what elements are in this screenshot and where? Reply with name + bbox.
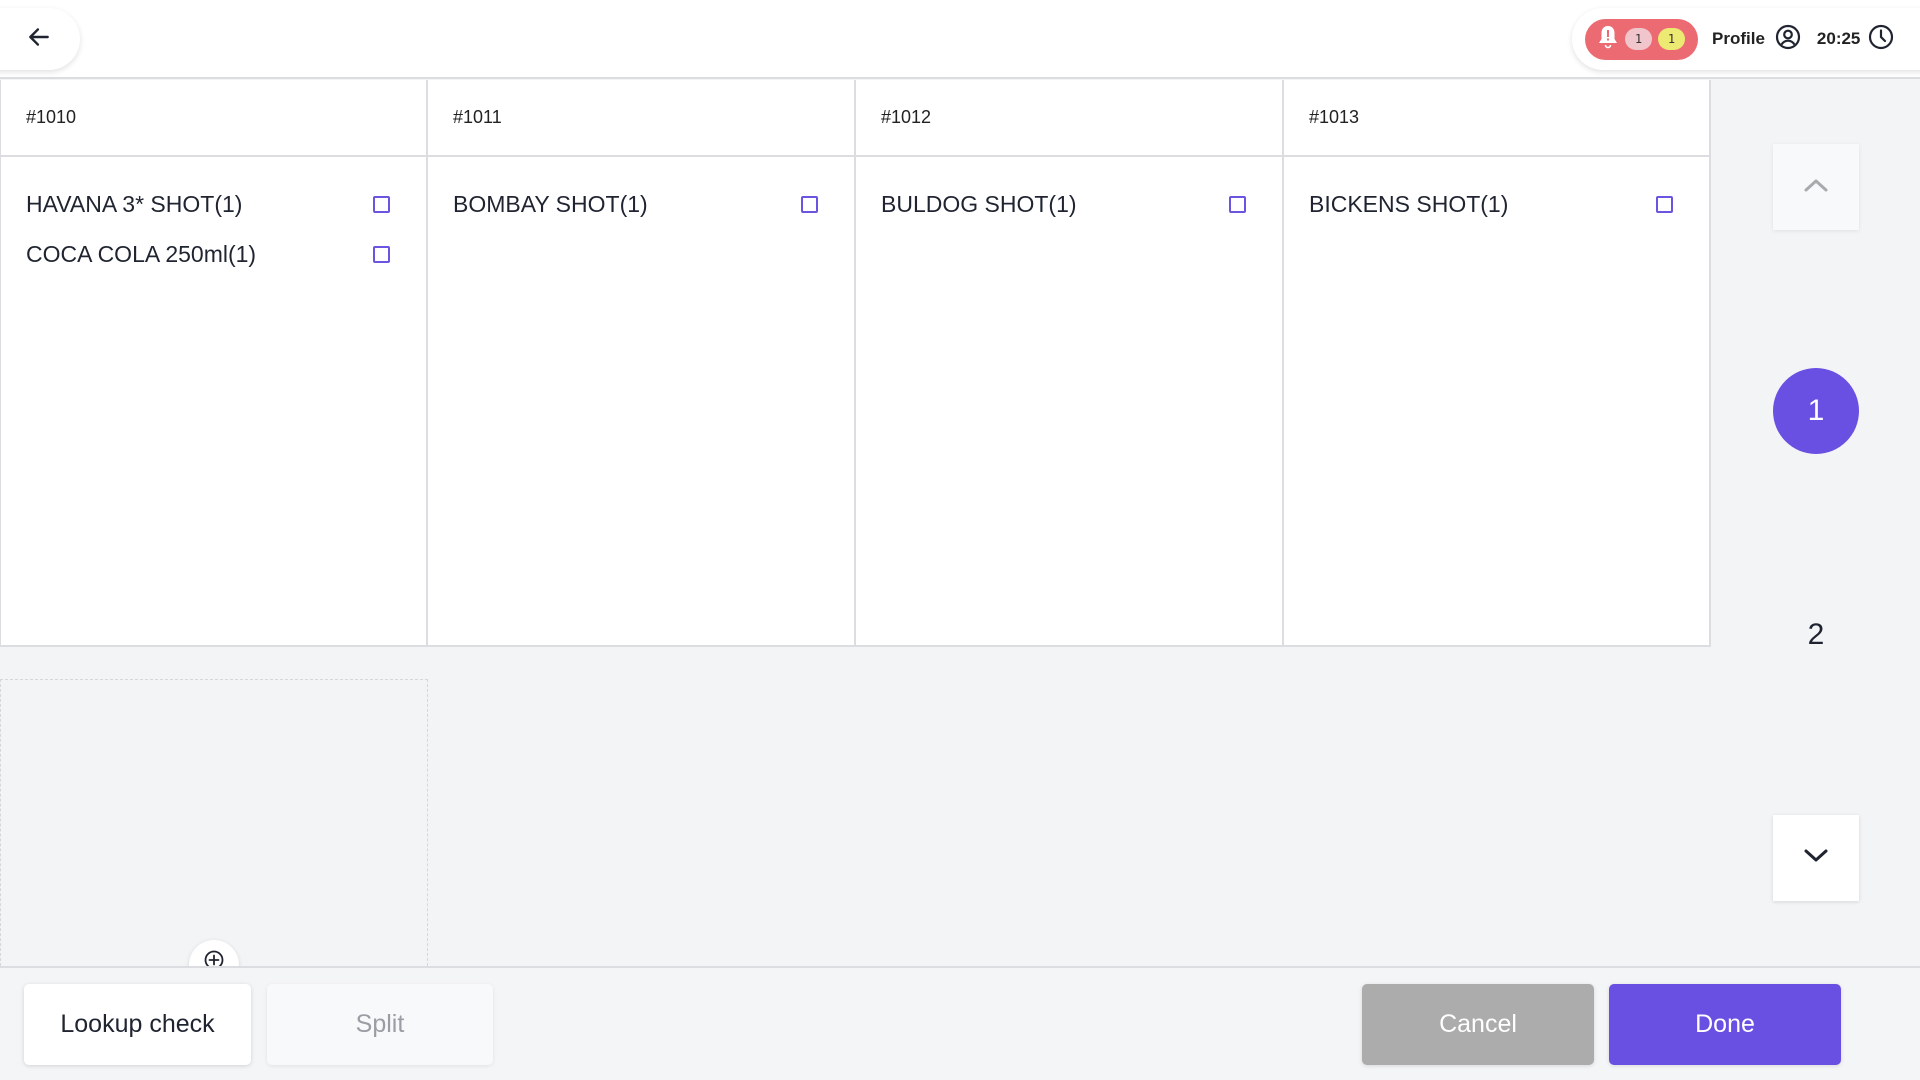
page-up-button[interactable] (1773, 144, 1859, 230)
check-id: #1010 (26, 107, 77, 127)
check-header[interactable]: #1013 (1284, 80, 1709, 157)
page-2-button[interactable]: 2 (1773, 592, 1859, 678)
check-header[interactable]: #1011 (428, 80, 854, 157)
profile-button[interactable]: Profile (1712, 24, 1801, 55)
page-down-button[interactable] (1773, 815, 1859, 901)
check-column: #1010 HAVANA 3* SHOT(1) COCA COLA 250ml(… (0, 80, 428, 645)
check-header[interactable]: #1012 (856, 80, 1282, 157)
notification-count-pink: 1 (1625, 28, 1652, 50)
item-label: COCA COLA 250ml(1) (26, 240, 257, 267)
done-button[interactable]: Done (1609, 984, 1841, 1065)
check-items[interactable]: HAVANA 3* SHOT(1) COCA COLA 250ml(1) (1, 157, 426, 645)
cancel-button[interactable]: Cancel (1362, 984, 1594, 1065)
user-circle-icon (1775, 24, 1801, 55)
new-check-dropzone[interactable] (0, 679, 428, 966)
check-id: #1012 (881, 107, 932, 127)
check-item[interactable]: COCA COLA 250ml(1) (1, 229, 426, 279)
chevron-up-icon (1802, 175, 1830, 200)
check-id: #1013 (1309, 107, 1360, 127)
footer-bar: Lookup check Split Cancel Done (0, 966, 1920, 1080)
check-column: #1012 BULDOG SHOT(1) (856, 80, 1284, 645)
clock: 20:25 (1817, 24, 1894, 55)
checks-board: #1010 HAVANA 3* SHOT(1) COCA COLA 250ml(… (0, 80, 1711, 647)
check-item[interactable]: BICKENS SHOT(1) (1284, 179, 1709, 229)
item-checkbox[interactable] (1656, 195, 1673, 213)
check-items[interactable]: BOMBAY SHOT(1) (428, 157, 854, 645)
item-label: BULDOG SHOT(1) (881, 190, 1077, 217)
clock-icon (1868, 24, 1894, 55)
item-label: BOMBAY SHOT(1) (453, 190, 648, 217)
back-button[interactable] (0, 8, 80, 70)
item-label: HAVANA 3* SHOT(1) (26, 190, 243, 217)
check-items[interactable]: BULDOG SHOT(1) (856, 157, 1282, 645)
check-item[interactable]: BOMBAY SHOT(1) (428, 179, 854, 229)
check-items[interactable]: BICKENS SHOT(1) (1284, 157, 1709, 645)
notifications-button[interactable]: 1 1 (1585, 18, 1698, 60)
item-label: BICKENS SHOT(1) (1309, 190, 1509, 217)
arrow-left-icon (26, 24, 52, 55)
check-header[interactable]: #1010 (1, 80, 426, 157)
notification-count-yellow: 1 (1658, 28, 1685, 50)
check-id: #1011 (453, 107, 502, 127)
item-checkbox[interactable] (1229, 195, 1246, 213)
check-column: #1013 BICKENS SHOT(1) (1284, 80, 1711, 645)
item-checkbox[interactable] (373, 245, 390, 263)
time-display: 20:25 (1816, 29, 1861, 48)
check-column: #1011 BOMBAY SHOT(1) (428, 80, 856, 645)
check-item[interactable]: BULDOG SHOT(1) (856, 179, 1282, 229)
top-bar: 1 1 Profile 20:25 (0, 0, 1920, 79)
status-bar: 1 1 Profile 20:25 (1572, 8, 1920, 70)
page-1-button[interactable]: 1 (1773, 368, 1859, 454)
lookup-check-button[interactable]: Lookup check (24, 984, 251, 1065)
chevron-down-icon (1802, 846, 1830, 871)
check-item[interactable]: HAVANA 3* SHOT(1) (1, 179, 426, 229)
profile-label: Profile (1712, 29, 1765, 48)
split-button[interactable]: Split (267, 984, 493, 1065)
item-checkbox[interactable] (373, 195, 390, 213)
bell-alert-icon (1597, 24, 1619, 55)
item-checkbox[interactable] (801, 195, 818, 213)
